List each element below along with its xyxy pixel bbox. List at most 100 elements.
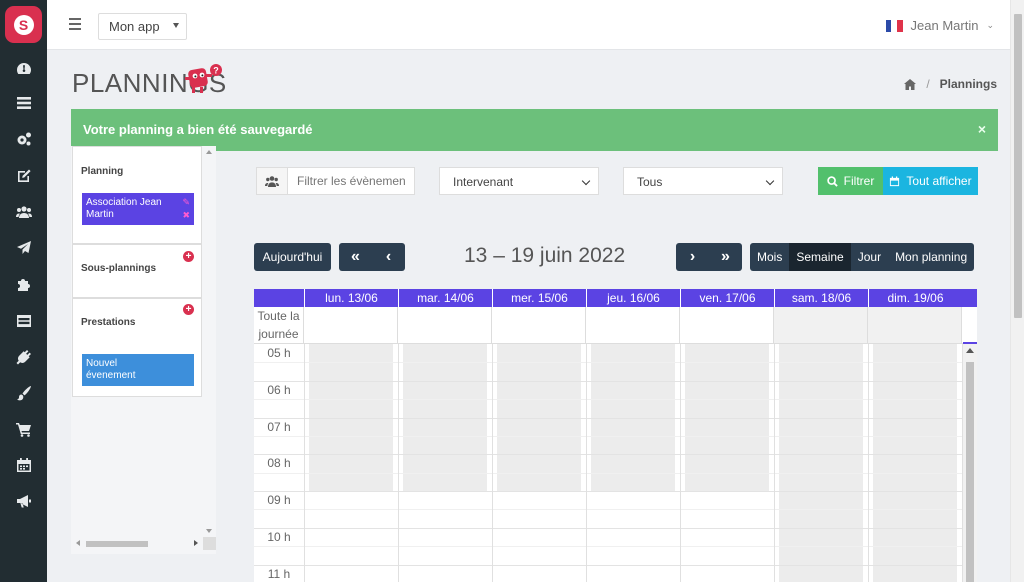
users-icon [257,168,288,194]
main-sidebar: S [0,0,47,582]
edit-icon[interactable] [0,162,47,190]
view-my-planning-button[interactable]: Mon planning [888,243,974,271]
chevron-down-icon [581,176,591,186]
all-day-cell[interactable] [304,307,398,343]
list-icon[interactable] [0,89,47,117]
table-icon[interactable] [0,307,47,335]
delete-icon[interactable]: ✖ [182,209,190,221]
all-day-cell[interactable] [398,307,492,343]
user-menu[interactable]: Jean Martin ⌄ [885,18,994,33]
french-flag-icon [885,19,903,32]
hour-label: 06 h [267,383,291,397]
breadcrumb: / Plannings [904,77,997,91]
double-chevron-left-icon[interactable]: « [339,248,372,266]
day-header-sat[interactable]: sam. 18/06 [774,289,868,307]
date-range-title: 13 – 19 juin 2022 [464,244,626,267]
app-logo[interactable]: S [5,6,42,43]
hour-label: 07 h [267,420,291,434]
alert-message: Votre planning a bien été sauvegardé [83,122,313,137]
bullhorn-icon[interactable] [0,487,47,515]
page-scrollbar[interactable] [1010,0,1024,582]
day-header-sun[interactable]: dim. 19/06 [868,289,962,307]
users-icon[interactable] [0,198,47,226]
calendar-icon[interactable] [0,451,47,479]
show-all-button[interactable]: Tout afficher [883,167,978,195]
dashboard-icon[interactable] [0,55,47,83]
breadcrumb-current: Plannings [939,77,997,91]
prestations-title: Prestations [81,317,136,328]
prestations-card: Prestations + Nouvel évenement [72,298,202,397]
chevron-down-icon [765,176,775,186]
user-name: Jean Martin [910,18,979,33]
day-header-thu[interactable]: jeu. 16/06 [586,289,680,307]
intervenant-select[interactable]: Intervenant [439,167,599,195]
all-day-cell[interactable] [868,307,962,343]
time-grid[interactable]: 05 h 06 h 07 h 08 h 09 h 10 h 11 h [254,344,963,582]
search-icon [826,175,838,187]
hour-label: 08 h [267,456,291,470]
all-day-cell[interactable] [774,307,868,343]
add-prestation-icon[interactable]: + [183,304,194,315]
intervenant-select-value: Intervenant [453,175,514,189]
day-header-fri[interactable]: ven. 17/06 [680,289,774,307]
status-select[interactable]: Tous [623,167,783,195]
chevron-left-icon[interactable]: ‹ [372,248,405,266]
chevron-down-icon: ⌄ [986,20,994,30]
plug-icon[interactable] [0,343,47,371]
new-event-button[interactable]: Nouvel évenement [82,354,194,386]
success-alert: Votre planning a bien été sauvegardé × [71,109,998,151]
view-day-button[interactable]: Jour [851,243,888,271]
edit-pencil-icon[interactable]: ✎ [182,196,190,208]
add-subplanning-icon[interactable]: + [183,251,194,262]
home-icon[interactable] [904,78,917,90]
breadcrumb-separator: / [926,77,930,91]
calendar-scrollbar[interactable] [963,344,977,582]
next-nav-group: › » [676,243,742,271]
planning-item[interactable]: Association Jean Martin ✎ ✖ [82,193,194,225]
top-header: Mon app Jean Martin ⌄ [47,0,1010,50]
view-week-button[interactable]: Semaine [789,243,851,271]
all-day-label: Toute la journée [254,307,304,343]
panel-vertical-scrollbar[interactable] [203,146,216,538]
caret-down-icon [173,23,179,28]
cogs-icon[interactable] [0,125,47,153]
brush-icon[interactable] [0,379,47,407]
all-day-cell[interactable] [586,307,680,343]
close-icon[interactable]: × [978,121,986,137]
event-search-input[interactable] [288,168,414,194]
send-icon[interactable] [0,234,47,262]
day-header-tue[interactable]: mar. 14/06 [398,289,492,307]
puzzle-icon[interactable] [0,270,47,298]
prev-nav-group: « ‹ [339,243,405,271]
all-day-cell[interactable] [680,307,774,343]
planning-title: Planning [81,166,124,177]
new-event-label: Nouvel évenement [86,358,136,381]
hour-label: 05 h [267,346,291,360]
calendar-header: lun. 13/06 mar. 14/06 mer. 15/06 jeu. 16… [254,289,977,307]
subplannings-title: Sous-plannings [81,263,156,274]
svg-text:?: ? [213,66,219,76]
panel-horizontal-scrollbar[interactable] [72,537,216,550]
week-calendar: lun. 13/06 mar. 14/06 mer. 15/06 jeu. 16… [254,289,977,582]
app-select[interactable]: Mon app [98,13,187,40]
day-header-wed[interactable]: mer. 15/06 [492,289,586,307]
status-select-value: Tous [637,175,663,189]
filter-button-label: Filtrer [843,174,875,188]
hour-label: 11 h [267,567,291,581]
filter-button[interactable]: Filtrer [818,167,883,195]
chevron-right-icon[interactable]: › [676,248,709,266]
today-button[interactable]: Aujourd'hui [254,243,331,271]
all-day-cell[interactable] [492,307,586,343]
day-header-mon[interactable]: lun. 13/06 [304,289,398,307]
hour-label: 09 h [267,493,291,507]
cart-icon[interactable] [0,415,47,443]
view-switcher: Mois Semaine Jour Mon planning [750,243,975,271]
planning-panel: Planning Association Jean Martin ✎ ✖ Sou… [71,146,216,554]
event-filter-group [256,167,415,195]
menu-toggle-icon[interactable] [69,18,81,30]
calendar-icon [890,175,900,186]
double-chevron-right-icon[interactable]: » [709,248,742,266]
view-month-button[interactable]: Mois [750,243,789,271]
hour-label: 10 h [267,530,291,544]
planning-card: Planning Association Jean Martin ✎ ✖ [72,146,202,244]
